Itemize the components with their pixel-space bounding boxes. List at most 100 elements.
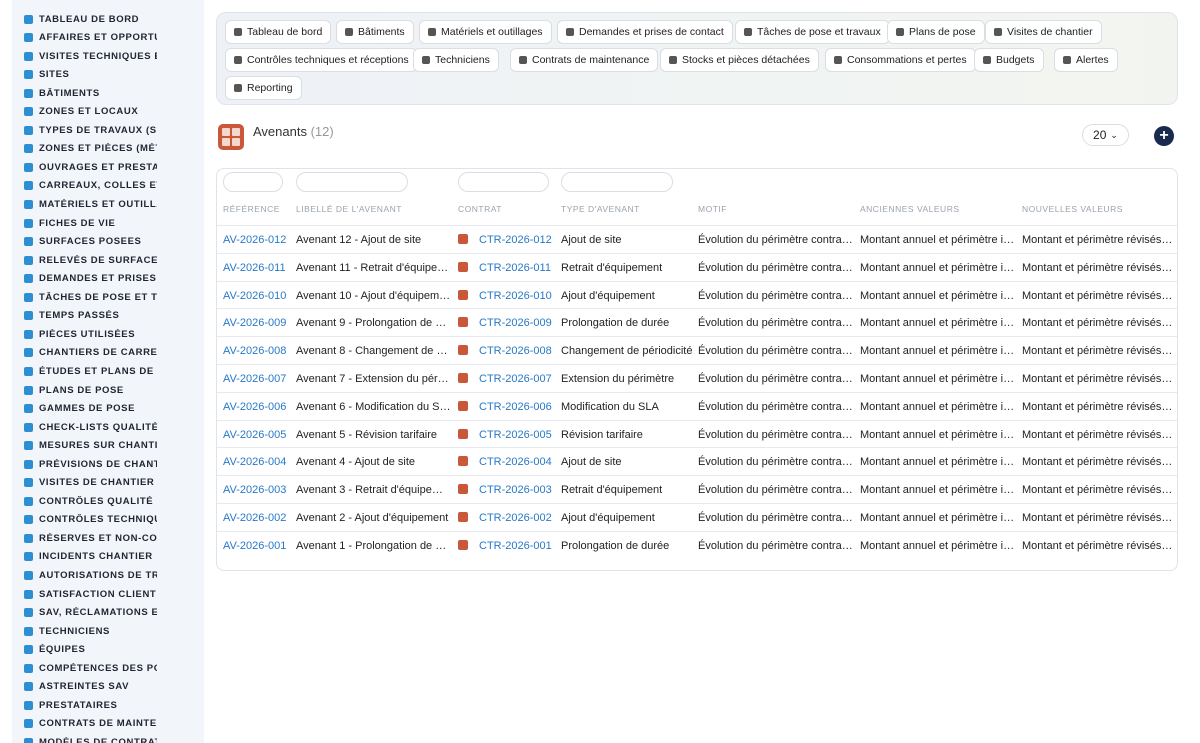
sidebar-item[interactable]: PRESTATAIRES xyxy=(24,697,157,713)
sidebar-item[interactable]: MODÈLES DE CONTRATS xyxy=(24,734,157,743)
nav-chip[interactable]: Contrôles techniques et réceptions xyxy=(225,48,418,72)
sidebar-item[interactable]: PRÉVISIONS DE CHANTIE xyxy=(24,456,157,472)
cell-ref[interactable]: AV-2026-007 xyxy=(223,365,293,393)
table-row[interactable]: AV-2026-002 Avenant 2 - Ajout d'équipemen… xyxy=(217,503,1177,532)
sidebar-item[interactable]: AFFAIRES ET OPPORTUNITÉS xyxy=(24,30,157,46)
sidebar-item[interactable]: FICHES DE VIE xyxy=(24,215,157,231)
sidebar-item[interactable]: CHANTIERS DE CARRELA xyxy=(24,345,157,361)
sidebar-item[interactable]: TÂCHES DE POSE ET TRA xyxy=(24,289,157,305)
sidebar-item[interactable]: OUVRAGES ET PRESTATI xyxy=(24,159,157,175)
sidebar-item[interactable]: BÂTIMENTS xyxy=(24,85,157,101)
cell-contract[interactable]: CTR-2026-005 xyxy=(458,421,553,449)
contract-link[interactable]: CTR-2026-005 xyxy=(479,429,552,441)
sidebar-item[interactable]: RÉSERVES ET NON-CONF xyxy=(24,530,157,546)
column-header[interactable]: ANCIENNES VALEURS xyxy=(860,204,960,214)
filter-type[interactable] xyxy=(561,172,673,192)
nav-chip[interactable]: Demandes et prises de contact xyxy=(557,20,733,44)
sidebar-item[interactable]: PLANS DE POSE xyxy=(24,382,157,398)
sidebar-item[interactable]: SURFACES POSEES xyxy=(24,234,157,250)
sidebar-item[interactable]: MESURES SUR CHANTIER xyxy=(24,438,157,454)
add-button[interactable]: + xyxy=(1154,126,1174,146)
contract-link[interactable]: CTR-2026-001 xyxy=(479,540,552,552)
sidebar-item[interactable]: ÉQUIPES xyxy=(24,642,157,658)
filter-libelle[interactable] xyxy=(296,172,408,192)
sidebar-item[interactable]: CHECK-LISTS QUALITÉ xyxy=(24,419,157,435)
page-size-select[interactable]: 20 ⌄ xyxy=(1082,124,1129,146)
cell-ref[interactable]: AV-2026-005 xyxy=(223,421,293,449)
contract-link[interactable]: CTR-2026-009 xyxy=(479,317,552,329)
sidebar-item[interactable]: VISITES TECHNIQUES ET xyxy=(24,48,157,64)
cell-ref[interactable]: AV-2026-011 xyxy=(223,254,293,282)
table-row[interactable]: AV-2026-003 Avenant 3 - Retrait d'équipem… xyxy=(217,475,1177,503)
cell-contract[interactable]: CTR-2026-008 xyxy=(458,337,553,365)
sidebar-item[interactable]: PIÈCES UTILISÉES xyxy=(24,326,157,342)
sidebar-item[interactable]: SAV, RÉCLAMATIONS ET xyxy=(24,605,157,621)
table-row[interactable]: AV-2026-010 Avenant 10 - Ajout d'équipem…… xyxy=(217,280,1177,310)
contract-link[interactable]: CTR-2026-006 xyxy=(479,401,552,413)
contract-link[interactable]: CTR-2026-011 xyxy=(479,262,551,274)
nav-chip[interactable]: Techniciens xyxy=(413,48,499,72)
sidebar-item[interactable]: COMPÉTENCES DES POS xyxy=(24,660,157,676)
nav-chip[interactable]: Bâtiments xyxy=(336,20,414,44)
sidebar-item[interactable]: TEMPS PASSÉS xyxy=(24,308,157,324)
table-row[interactable]: AV-2026-009 Avenant 9 - Prolongation de d… xyxy=(217,308,1177,337)
cell-ref[interactable]: AV-2026-004 xyxy=(223,448,293,476)
cell-contract[interactable]: CTR-2026-002 xyxy=(458,504,553,532)
column-header[interactable]: TYPE D'AVENANT xyxy=(561,204,640,214)
cell-contract[interactable]: CTR-2026-011 xyxy=(458,254,553,282)
contract-link[interactable]: CTR-2026-002 xyxy=(479,512,552,524)
nav-chip[interactable]: Tableau de bord xyxy=(225,20,332,44)
cell-ref[interactable]: AV-2026-008 xyxy=(223,337,293,365)
sidebar-item[interactable]: CONTRATS DE MAINTENA xyxy=(24,716,157,732)
table-row[interactable]: AV-2026-005 Avenant 5 - Révision tarifair… xyxy=(217,419,1177,449)
nav-chip[interactable]: Visites de chantier xyxy=(985,20,1102,44)
cell-ref[interactable]: AV-2026-012 xyxy=(223,226,293,254)
column-header[interactable]: RÉFÉRENCE xyxy=(223,204,280,214)
sidebar-item[interactable]: SITES xyxy=(24,67,157,83)
contract-link[interactable]: CTR-2026-008 xyxy=(479,345,552,357)
sidebar-item[interactable]: VISITES DE CHANTIER xyxy=(24,475,157,491)
nav-chip[interactable]: Plans de pose xyxy=(887,20,985,44)
sidebar-item[interactable]: DEMANDES ET PRISES DI xyxy=(24,271,157,287)
cell-ref[interactable]: AV-2026-002 xyxy=(223,504,293,532)
cell-contract[interactable]: CTR-2026-006 xyxy=(458,393,553,421)
sidebar-item[interactable]: TYPES DE TRAVAUX (SOL xyxy=(24,122,157,138)
cell-contract[interactable]: CTR-2026-009 xyxy=(458,309,553,337)
cell-ref[interactable]: AV-2026-006 xyxy=(223,393,293,421)
sidebar-item[interactable]: CARREAUX, COLLES ET J xyxy=(24,178,157,194)
cell-ref[interactable]: AV-2026-010 xyxy=(223,282,293,310)
filter-reference[interactable] xyxy=(223,172,283,192)
table-row[interactable]: AV-2026-006 Avenant 6 - Modification du S… xyxy=(217,391,1177,421)
sidebar-item[interactable]: TABLEAU DE BORD xyxy=(24,11,157,27)
sidebar-item[interactable]: ZONES ET PIÈCES (MÉTR xyxy=(24,141,157,157)
nav-chip[interactable]: Budgets xyxy=(974,48,1044,72)
nav-chip[interactable]: Stocks et pièces détachées xyxy=(660,48,819,72)
column-header[interactable]: LIBELLÉ DE L'AVENANT xyxy=(296,204,402,214)
cell-ref[interactable]: AV-2026-009 xyxy=(223,309,293,337)
cell-contract[interactable]: CTR-2026-001 xyxy=(458,532,553,560)
nav-chip[interactable]: Tâches de pose et travaux xyxy=(735,20,890,44)
sidebar-item[interactable]: ÉTUDES ET PLANS DE CA xyxy=(24,363,157,379)
nav-chip[interactable]: Reporting xyxy=(225,76,302,100)
nav-chip[interactable]: Matériels et outillages xyxy=(419,20,552,44)
sidebar-item[interactable]: GAMMES DE POSE xyxy=(24,401,157,417)
table-row[interactable]: AV-2026-001 Avenant 1 - Prolongation de d… xyxy=(217,530,1177,560)
cell-contract[interactable]: CTR-2026-004 xyxy=(458,448,553,476)
sidebar-item[interactable]: SATISFACTION CLIENT xyxy=(24,586,157,602)
contract-link[interactable]: CTR-2026-003 xyxy=(479,484,552,496)
cell-contract[interactable]: CTR-2026-007 xyxy=(458,365,553,393)
table-row[interactable]: AV-2026-011 Avenant 11 - Retrait d'équipe… xyxy=(217,252,1177,282)
table-row[interactable]: AV-2026-008 Avenant 8 - Changement de … CT… xyxy=(217,336,1177,365)
contract-link[interactable]: CTR-2026-004 xyxy=(479,456,552,468)
sidebar-item[interactable]: MATÉRIELS ET OUTILLAG xyxy=(24,197,157,213)
sidebar-item[interactable]: TECHNICIENS xyxy=(24,623,157,639)
sidebar-item[interactable]: CONTRÔLES QUALITÉ xyxy=(24,493,157,509)
contract-link[interactable]: CTR-2026-007 xyxy=(479,373,552,385)
sidebar-item[interactable]: CONTRÔLES TECHNIQUE xyxy=(24,512,157,528)
nav-chip[interactable]: Contrats de maintenance xyxy=(510,48,659,72)
column-header[interactable]: MOTIF xyxy=(698,204,727,214)
contract-link[interactable]: CTR-2026-010 xyxy=(479,290,552,302)
sidebar-item[interactable]: ASTREINTES SAV xyxy=(24,679,157,695)
column-header[interactable]: CONTRAT xyxy=(458,204,502,214)
sidebar-item[interactable]: RELEVÉS DE SURFACES xyxy=(24,252,157,268)
